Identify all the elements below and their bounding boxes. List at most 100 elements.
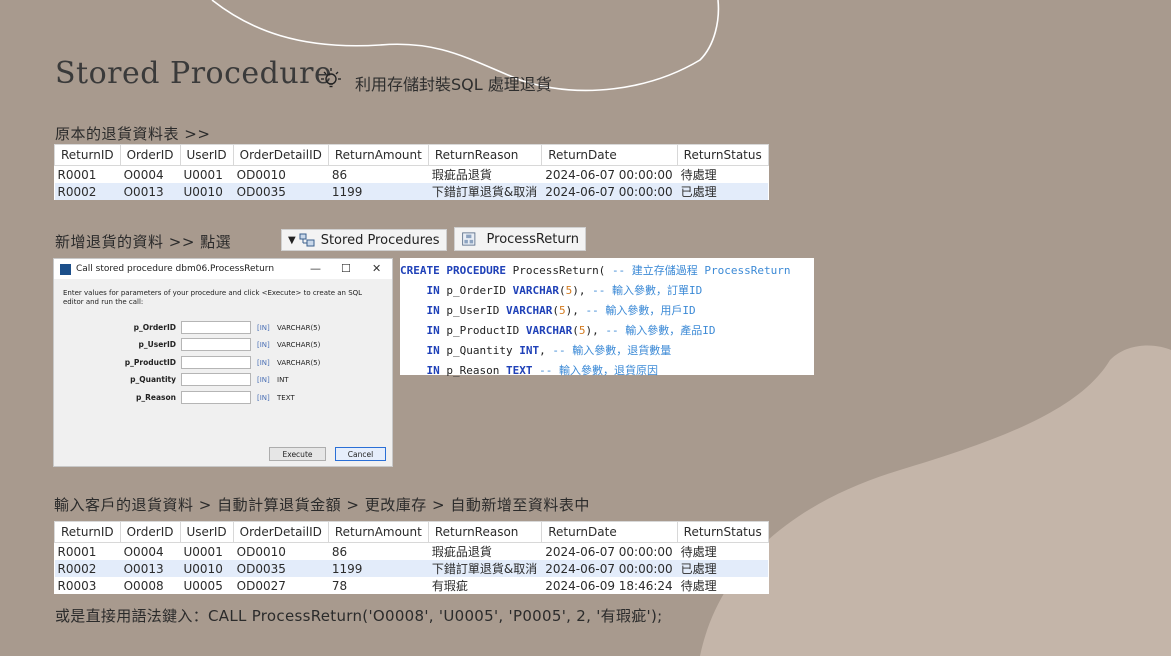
- param-row-quantity: p_Quantity [IN] INT: [54, 373, 394, 387]
- sql-code-block: CREATE PROCEDURE ProcessReturn( -- 建立存儲過…: [400, 258, 814, 377]
- code-token: p_OrderID: [446, 284, 513, 297]
- param-input-reason[interactable]: [181, 391, 251, 404]
- code-line: IN p_ProductID VARCHAR(5), -- 輸入參數，產品ID: [400, 321, 814, 341]
- execute-button[interactable]: Execute: [269, 447, 326, 461]
- column-header[interactable]: ReturnID: [54, 144, 121, 166]
- code-token: 5: [558, 304, 566, 317]
- process-return-node[interactable]: ProcessReturn: [454, 227, 586, 251]
- code-token: p_Quantity: [446, 344, 520, 357]
- lightbulb-icon: [321, 68, 341, 88]
- code-token: -- 輸入參數，退貨數量: [552, 344, 672, 357]
- column-header[interactable]: OrderDetailID: [232, 521, 329, 543]
- param-mode: [IN]: [257, 376, 270, 384]
- table-cell: 待處理: [680, 168, 717, 182]
- table-cell: OD0027: [236, 578, 286, 593]
- column-header[interactable]: OrderDetailID: [232, 144, 329, 166]
- param-row-product-id: p_ProductID [IN] VARCHAR(5): [54, 356, 394, 370]
- column-header[interactable]: ReturnStatus: [676, 521, 769, 543]
- code-token: IN: [426, 284, 447, 297]
- code-token: TEXT: [505, 364, 540, 377]
- column-header[interactable]: ReturnDate: [541, 521, 678, 543]
- table-cell: 待處理: [680, 579, 717, 593]
- table-row[interactable]: R0001 O0004 U0001 OD0010 86 瑕疵品退貨 2024-06-07 0…: [55, 166, 769, 184]
- stored-procedures-node[interactable]: ▼ Stored Procedures: [281, 229, 447, 251]
- table-row[interactable]: R0002 O0013 U0010 OD0035 1199 下錯訂單退貨&取消 2024-0…: [54, 560, 769, 577]
- code-token: IN: [426, 304, 447, 317]
- table-cell: O0008: [123, 578, 164, 593]
- table-cell: U0001: [183, 544, 223, 559]
- table-cell: 2024-06-07 00:00:00: [541, 560, 678, 577]
- maximize-icon[interactable]: ☐: [341, 262, 351, 275]
- column-header[interactable]: UserID: [179, 144, 234, 166]
- table-cell: 2024-06-07 00:00:00: [541, 183, 678, 200]
- minimize-icon[interactable]: —: [310, 262, 321, 275]
- code-token: INT: [519, 344, 540, 357]
- code-line: CREATE PROCEDURE ProcessReturn( -- 建立存儲過…: [400, 261, 814, 281]
- param-input-product-id[interactable]: [181, 356, 251, 369]
- stored-procedures-label: Stored Procedures: [320, 232, 440, 248]
- param-mode: [IN]: [257, 341, 270, 349]
- table-cell: R0003: [57, 578, 97, 593]
- section-label-original-table: 原本的退貨資料表 >>: [55, 125, 211, 143]
- column-header[interactable]: ReturnAmount: [327, 521, 429, 543]
- table-cell: OD0035: [233, 560, 329, 577]
- param-type: VARCHAR(5): [277, 324, 321, 332]
- returns-table-before: ReturnID OrderID UserID OrderDetailID Return…: [54, 144, 769, 200]
- param-input-order-id[interactable]: [181, 321, 251, 334]
- table-cell: 2024-06-07 00:00:00: [545, 544, 673, 559]
- table-cell: 瑕疵品退貨: [431, 545, 492, 559]
- param-row-order-id: p_OrderID [IN] VARCHAR(5): [54, 321, 394, 335]
- table-cell: U0005: [183, 578, 223, 593]
- cancel-button[interactable]: Cancel: [335, 447, 386, 461]
- column-header[interactable]: ReturnDate: [541, 144, 678, 166]
- table-cell: U0010: [180, 183, 234, 200]
- table-cell: O0004: [123, 167, 164, 182]
- table-row[interactable]: R0001 O0004 U0001 OD0010 86 瑕疵品退貨 2024-06-07 0…: [55, 543, 769, 561]
- table-cell: 86: [331, 167, 348, 182]
- table-cell: O0004: [123, 544, 164, 559]
- code-token: IN: [426, 344, 447, 357]
- param-input-quantity[interactable]: [181, 373, 251, 386]
- column-header[interactable]: ReturnAmount: [327, 144, 429, 166]
- column-header[interactable]: ReturnReason: [427, 144, 543, 166]
- code-line: IN p_OrderID VARCHAR(5), -- 輸入參數，訂單ID: [400, 281, 814, 301]
- code-token: -- 建立存儲過程 ProcessReturn: [611, 264, 791, 277]
- column-header[interactable]: ReturnReason: [427, 521, 543, 543]
- table-cell: U0010: [180, 560, 234, 577]
- code-token: ),: [565, 304, 586, 317]
- table-row[interactable]: R0003 O0008 U0005 OD0027 78 有瑕疵 2024-06-09 18:…: [55, 577, 769, 594]
- column-header[interactable]: OrderID: [119, 521, 181, 543]
- code-token: p_ProductID: [446, 324, 526, 337]
- column-header[interactable]: UserID: [179, 521, 234, 543]
- close-icon[interactable]: ✕: [372, 262, 381, 275]
- table-cell: R0002: [54, 560, 121, 577]
- table-cell: 瑕疵品退貨: [431, 168, 492, 182]
- column-header[interactable]: OrderID: [119, 144, 181, 166]
- code-token: ,: [539, 344, 553, 357]
- param-name: p_UserID: [138, 340, 176, 349]
- table-cell: OD0035: [233, 183, 329, 200]
- param-row-user-id: p_UserID [IN] VARCHAR(5): [54, 338, 394, 352]
- param-input-user-id[interactable]: [181, 338, 251, 351]
- column-header[interactable]: ReturnID: [54, 521, 121, 543]
- table-row[interactable]: R0002 O0013 U0010 OD0035 1199 下錯訂單退貨&取消 2024-0…: [54, 183, 769, 200]
- table-cell: 1199: [328, 560, 429, 577]
- param-type: INT: [277, 376, 289, 384]
- table-cell: 78: [331, 578, 348, 593]
- table-cell: R0002: [54, 183, 121, 200]
- expand-arrow-icon: ▼: [288, 234, 296, 246]
- code-token: -- 輸入參數，訂單ID: [592, 284, 703, 297]
- column-header[interactable]: ReturnStatus: [676, 144, 769, 166]
- returns-table-after: ReturnID OrderID UserID OrderDetailID Return…: [54, 521, 769, 594]
- table-cell: O0013: [120, 183, 180, 200]
- call-syntax-line: 或是直接用語法鍵入：CALL ProcessReturn('O0008', 'U…: [55, 607, 663, 625]
- code-token: -- 輸入參數，退貨原因: [539, 364, 658, 377]
- code-line: IN p_UserID VARCHAR(5), -- 輸入參數，用戶ID: [400, 301, 814, 321]
- table-cell: 待處理: [680, 545, 717, 559]
- code-token: p_UserID: [446, 304, 506, 317]
- table-cell: 有瑕疵: [431, 579, 468, 593]
